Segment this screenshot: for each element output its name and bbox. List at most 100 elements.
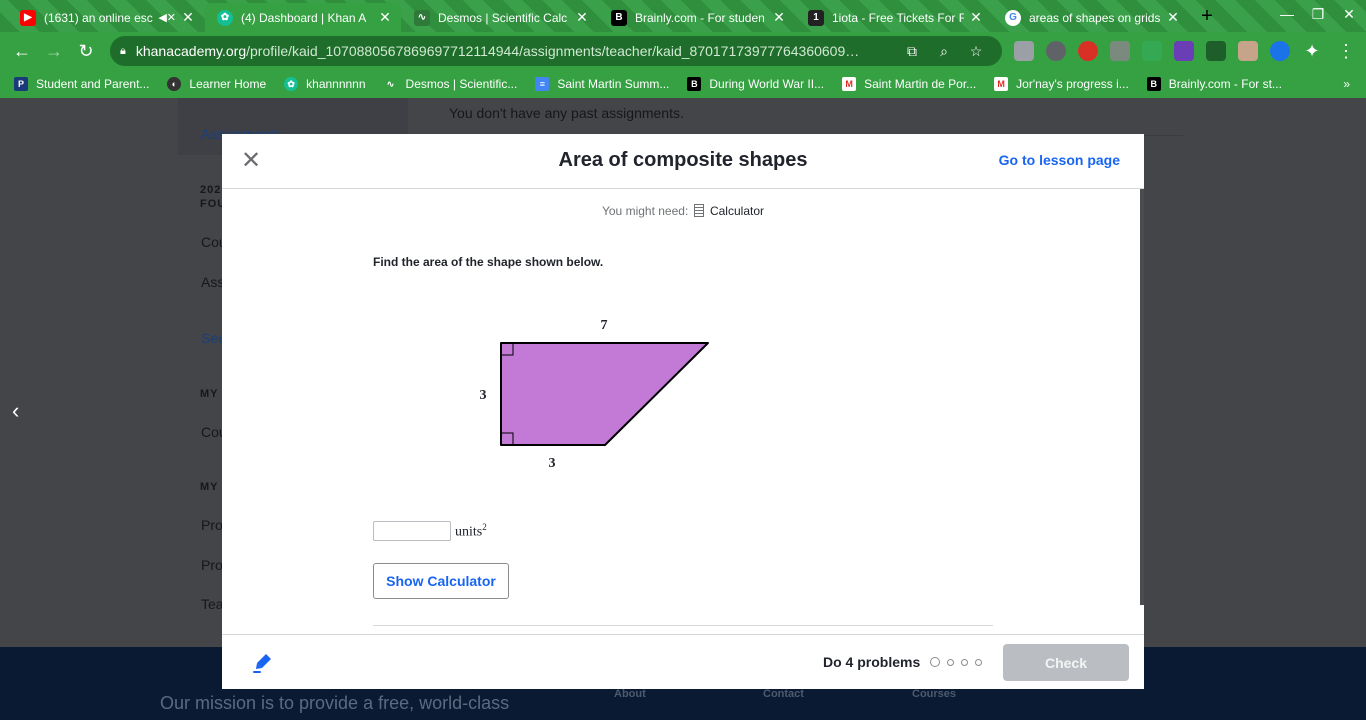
modal-footer: Do 4 problems Check xyxy=(222,634,1144,689)
learner-icon: ◐ xyxy=(167,77,182,91)
you-might-need: You might need: Calculator xyxy=(601,204,764,218)
extensions-puzzle-icon[interactable]: ✦ xyxy=(1296,35,1328,67)
label-top: 7 xyxy=(601,318,608,333)
progress-dot xyxy=(961,658,968,666)
label-left: 3 xyxy=(480,388,487,403)
restore-icon[interactable]: ❐ xyxy=(1303,6,1333,23)
tab-title: 1iota - Free Tickets For F xyxy=(832,10,964,25)
footer-contact[interactable]: Contact xyxy=(763,688,804,700)
bookmark-item[interactable]: B During World War II... xyxy=(687,77,824,91)
units-label: units2 xyxy=(455,521,487,540)
progress-dots xyxy=(930,657,989,667)
brainly-icon: B xyxy=(611,9,627,26)
tab-youtube[interactable]: ▶ (1631) an online esc ◀✕ ✕ xyxy=(8,3,204,32)
tab-strip: ▶ (1631) an online esc ◀✕ ✕ ✿ (4) Dashbo… xyxy=(0,0,1366,32)
footer-courses[interactable]: Courses xyxy=(912,688,956,700)
bookmark-item[interactable]: P Student and Parent... xyxy=(14,77,149,91)
nav-item[interactable]: Pro xyxy=(201,557,223,573)
tab-title: Desmos | Scientific Calc xyxy=(438,10,568,25)
bookmark-item[interactable]: M Saint Martin de Por... xyxy=(842,77,976,91)
tab-khan-dashboard[interactable]: ✿ (4) Dashboard | Khan A ✕ xyxy=(205,3,401,32)
footer-about[interactable]: About xyxy=(614,688,646,700)
show-calculator-button[interactable]: Show Calculator xyxy=(373,563,509,599)
close-tab-icon[interactable]: ✕ xyxy=(180,9,196,26)
progress-dot xyxy=(947,658,954,666)
open-in-app-icon[interactable]: ⧉ xyxy=(896,43,928,60)
google-icon: G xyxy=(1005,9,1021,26)
tab-title: (1631) an online esc xyxy=(44,10,153,25)
extension-icon[interactable] xyxy=(1238,41,1258,61)
1iota-icon: 1 xyxy=(808,9,824,26)
bookmark-item[interactable]: B Brainly.com - For st... xyxy=(1146,77,1282,91)
menu-icon[interactable]: ⋮ xyxy=(1330,35,1362,67)
tab-1iota[interactable]: 1 1iota - Free Tickets For F ✕ xyxy=(796,3,992,32)
nav-item[interactable]: Tea xyxy=(201,596,224,612)
brainly-icon: B xyxy=(1146,77,1161,91)
bookmark-item[interactable]: ∿ Desmos | Scientific... xyxy=(384,77,518,91)
speaker-muted-icon[interactable]: ◀✕ xyxy=(158,11,176,24)
search-icon[interactable]: ⌕ xyxy=(928,43,960,60)
bookmarks-bar: P Student and Parent... ◐ Learner Home ✿ kh… xyxy=(0,70,1366,98)
minimize-icon[interactable]: — xyxy=(1272,6,1302,22)
tab-brainly[interactable]: B Brainly.com - For studen ✕ xyxy=(599,3,795,32)
back-arrow-icon[interactable]: ← xyxy=(6,35,38,67)
scratchpad-pencil-icon[interactable] xyxy=(252,651,274,675)
close-tab-icon[interactable]: ✕ xyxy=(968,9,984,26)
tab-google-search[interactable]: G areas of shapes on grids ✕ xyxy=(993,3,1189,32)
nav-item[interactable]: Ass xyxy=(201,274,224,290)
bookmark-star-icon[interactable]: ☆ xyxy=(960,43,992,60)
extension-icon[interactable] xyxy=(1046,41,1066,61)
close-tab-icon[interactable]: ✕ xyxy=(771,9,787,26)
extension-icon[interactable] xyxy=(1270,41,1290,61)
close-tab-icon[interactable]: ✕ xyxy=(1165,9,1181,26)
forward-arrow-icon[interactable]: → xyxy=(38,35,70,67)
bookmark-item[interactable]: ≡ Saint Martin Summ... xyxy=(535,77,669,91)
khan-academy-icon: ✿ xyxy=(217,9,233,26)
address-bar[interactable]: 🔒︎ khanacademy.org/profile/kaid_10708805… xyxy=(110,36,1002,66)
extension-icon[interactable] xyxy=(1078,41,1098,61)
do-problems-label: Do 4 problems xyxy=(823,654,921,670)
check-button[interactable]: Check xyxy=(1003,644,1129,681)
trapezoid-shape xyxy=(500,342,709,446)
gmail-icon: M xyxy=(842,77,857,91)
reload-icon[interactable]: ↻ xyxy=(70,35,102,67)
progress-dot xyxy=(975,658,982,666)
answer-input[interactable] xyxy=(373,521,451,541)
footer-mission: Our mission is to provide a free, world-… xyxy=(160,693,510,713)
nav-item[interactable]: Pro xyxy=(201,517,223,533)
close-tab-icon[interactable]: ✕ xyxy=(574,9,590,26)
section-heading: 202 xyxy=(200,184,222,196)
powerschool-icon: P xyxy=(14,77,28,91)
section-heading: MY xyxy=(200,481,219,493)
divider xyxy=(373,625,993,626)
past-assignments-text: You don't have any past assignments. xyxy=(449,105,684,121)
extension-icon[interactable] xyxy=(1110,41,1130,61)
exercise-modal: ✕ Area of composite shapes Go to lesson … xyxy=(222,134,1144,689)
new-tab-button[interactable]: + xyxy=(1196,5,1218,27)
tab-desmos[interactable]: ∿ Desmos | Scientific Calc ✕ xyxy=(402,3,598,32)
label-bottom: 3 xyxy=(549,456,556,469)
previous-chevron-icon[interactable]: ‹ xyxy=(12,398,19,424)
tab-title: areas of shapes on grids xyxy=(1029,10,1161,25)
extension-icon[interactable] xyxy=(1174,41,1194,61)
docs-icon: ≡ xyxy=(535,77,550,91)
tab-title: Brainly.com - For studen xyxy=(635,10,765,25)
question-text: Find the area of the shape shown below. xyxy=(373,255,604,269)
extension-icon[interactable] xyxy=(1014,41,1034,61)
extension-icon[interactable] xyxy=(1206,41,1226,61)
composite-shape-figure: 7 3 3 xyxy=(480,318,709,469)
browser-toolbar: ← → ↻ 🔒︎ khanacademy.org/profile/kaid_10… xyxy=(0,32,1366,70)
desmos-icon: ∿ xyxy=(386,78,395,89)
go-to-lesson-link[interactable]: Go to lesson page xyxy=(999,152,1120,168)
section-heading: MY xyxy=(200,388,219,400)
youtube-icon: ▶ xyxy=(20,9,36,26)
close-window-icon[interactable]: ✕ xyxy=(1334,6,1364,23)
bookmark-item[interactable]: ✿ khannnnnn xyxy=(284,77,366,91)
bookmark-item[interactable]: M Jor'nay's progress i... xyxy=(994,77,1129,91)
brainly-icon: B xyxy=(687,77,702,91)
extension-icon[interactable] xyxy=(1142,41,1162,61)
bookmark-item[interactable]: ◐ Learner Home xyxy=(167,77,266,91)
scrollbar[interactable] xyxy=(1140,189,1144,605)
close-tab-icon[interactable]: ✕ xyxy=(377,9,393,26)
more-bookmarks-icon[interactable]: » xyxy=(1343,77,1350,91)
